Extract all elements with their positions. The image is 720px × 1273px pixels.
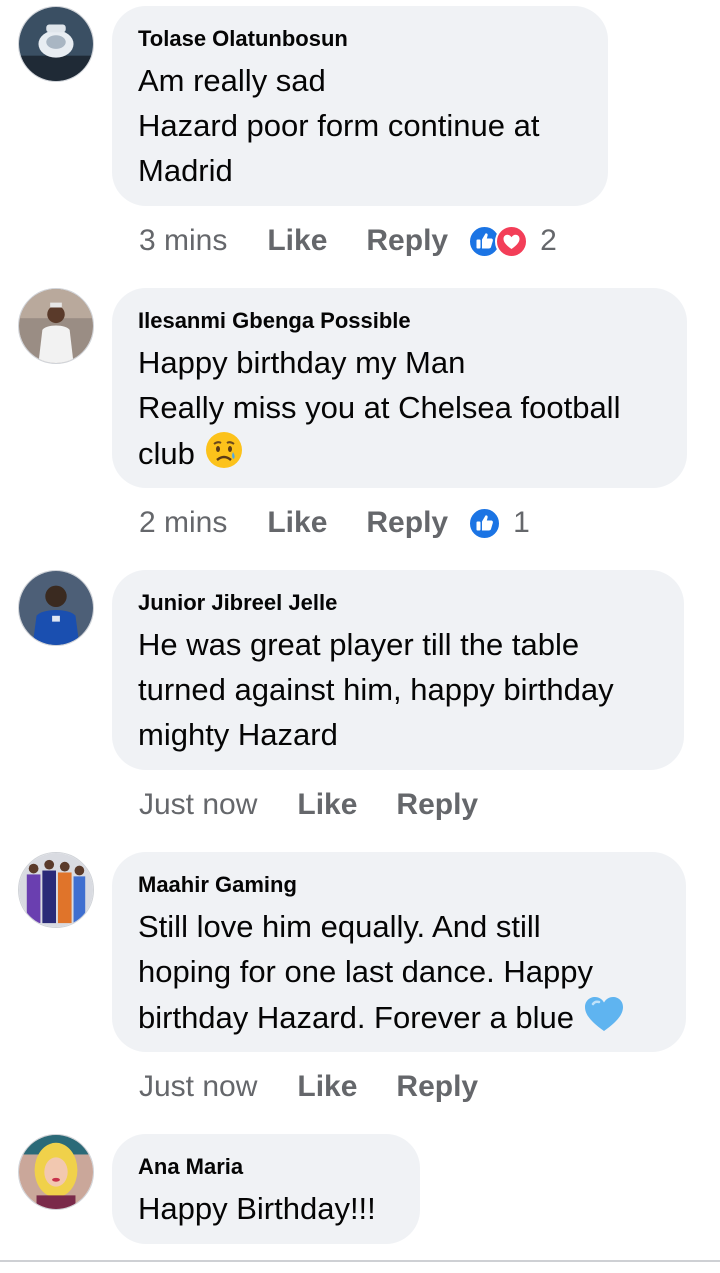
- comment-author[interactable]: Maahir Gaming: [138, 872, 660, 898]
- divider: [0, 1260, 720, 1262]
- reaction-count: 1: [513, 506, 530, 539]
- comment-actions: Just now Like Reply: [139, 1067, 478, 1107]
- comment-author[interactable]: Junior Jibreel Jelle: [138, 590, 658, 616]
- comment-text-line: Still love him equally. And still: [138, 909, 541, 944]
- avatar[interactable]: [18, 288, 94, 364]
- avatar[interactable]: [18, 1134, 94, 1210]
- comment-text-line: birthday Hazard. Forever a blue: [138, 1000, 574, 1035]
- comment-bubble: Ilesanmi Gbenga Possible Happy birthday …: [112, 288, 687, 488]
- comment-text-line: Happy birthday my Man: [138, 345, 466, 380]
- love-icon: [495, 224, 529, 258]
- comment-author[interactable]: Tolase Olatunbosun: [138, 26, 582, 52]
- avatar[interactable]: [18, 570, 94, 646]
- comment-text: Happy Birthday!!!: [138, 1191, 376, 1226]
- comment-time[interactable]: 2 mins: [139, 506, 227, 540]
- comment-time[interactable]: Just now: [139, 1070, 257, 1104]
- comment-actions: Just now Like Reply: [139, 785, 478, 825]
- comment-text: Happy birthday my Man Really miss you at …: [138, 340, 661, 476]
- comment-text: He was great player till the table turne…: [138, 627, 614, 752]
- like-icon: [468, 506, 502, 540]
- sad-relieved-face-emoji: [205, 432, 242, 468]
- comment-author[interactable]: Ana Maria: [138, 1154, 394, 1180]
- reaction-summary[interactable]: 1: [468, 506, 530, 540]
- comment-text: Am really sad Hazard poor form continue …: [138, 63, 540, 188]
- comment-author[interactable]: Ilesanmi Gbenga Possible: [138, 308, 661, 334]
- comment-time[interactable]: Just now: [139, 788, 257, 822]
- like-button[interactable]: Like: [297, 1070, 357, 1104]
- comment-time[interactable]: 3 mins: [139, 224, 227, 258]
- comment-bubble: Junior Jibreel Jelle He was great player…: [112, 570, 684, 770]
- comment-text-line: hoping for one last dance. Happy: [138, 954, 593, 989]
- comment-text: Still love him equally. And still hoping …: [138, 904, 660, 1040]
- comment-bubble: Tolase Olatunbosun Am really sad Hazard …: [112, 6, 608, 206]
- comment-bubble: Maahir Gaming Still love him equally. An…: [112, 852, 686, 1052]
- comment-actions: 3 mins Like Reply 2: [139, 221, 557, 261]
- comment-text-line: Really miss you at Chelsea football: [138, 390, 621, 425]
- comment-text-line: club: [138, 436, 195, 471]
- avatar[interactable]: [18, 6, 94, 82]
- reaction-count: 2: [540, 224, 557, 257]
- reaction-summary[interactable]: 2: [468, 224, 557, 258]
- comment-bubble: Ana Maria Happy Birthday!!!: [112, 1134, 420, 1244]
- blue-heart-emoji: [584, 997, 623, 1031]
- like-button[interactable]: Like: [267, 224, 327, 258]
- reply-button[interactable]: Reply: [396, 788, 478, 822]
- comment-actions: 2 mins Like Reply 1: [139, 503, 530, 543]
- like-button[interactable]: Like: [297, 788, 357, 822]
- avatar[interactable]: [18, 852, 94, 928]
- reply-button[interactable]: Reply: [396, 1070, 478, 1104]
- reply-button[interactable]: Reply: [366, 506, 448, 540]
- reply-button[interactable]: Reply: [366, 224, 448, 258]
- like-button[interactable]: Like: [267, 506, 327, 540]
